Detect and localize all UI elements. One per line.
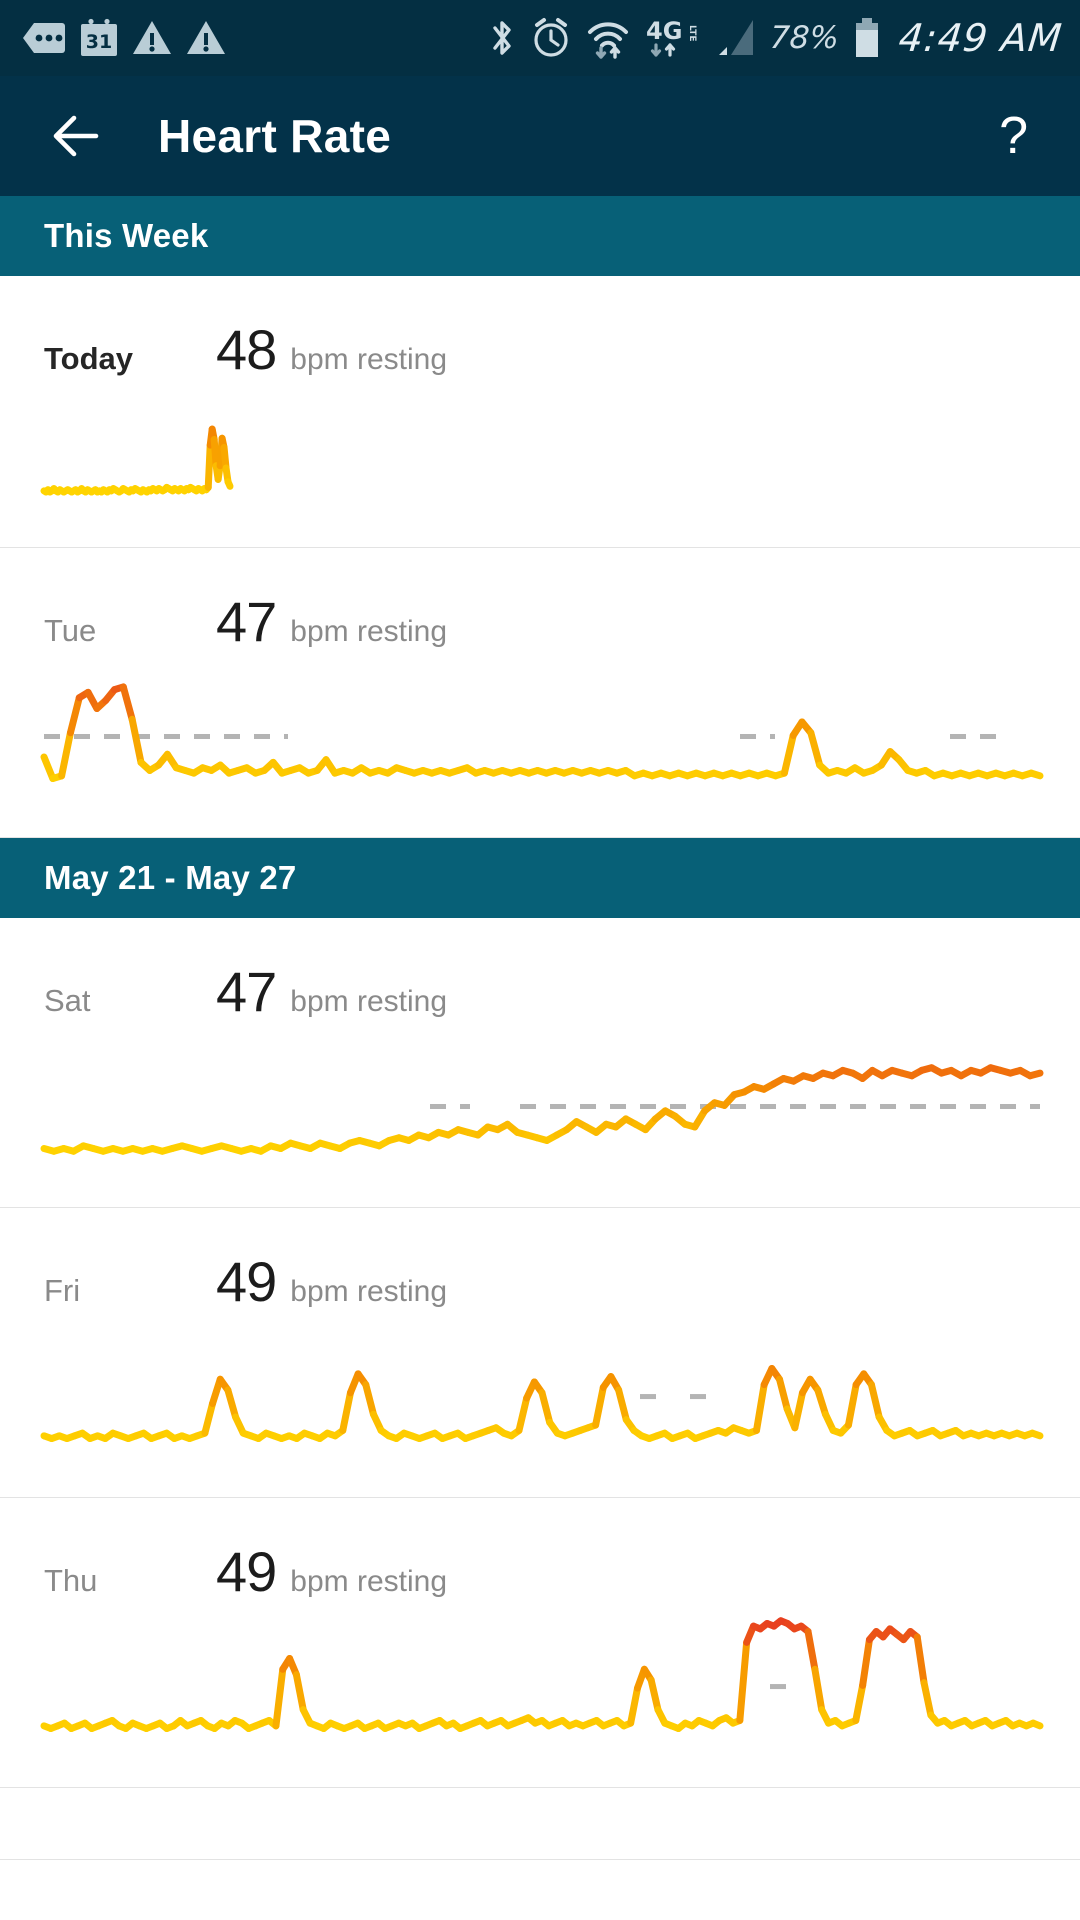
- day-row-tue[interactable]: Tue 47 bpm resting: [0, 548, 1080, 838]
- heart-rate-sparkline: [40, 1617, 1044, 1733]
- day-label: Today: [44, 341, 133, 376]
- day-bpm-value: 47: [216, 590, 277, 653]
- alarm-clock-icon: [534, 18, 568, 57]
- day-row-fri[interactable]: Fri 49 bpm resting: [0, 1208, 1080, 1498]
- bluetooth-icon: [493, 21, 511, 55]
- day-row-thu[interactable]: Thu 49 bpm resting: [0, 1498, 1080, 1788]
- day-header: Fri 49 bpm resting: [0, 1208, 1080, 1310]
- day-bpm-value: 49: [216, 1540, 277, 1603]
- day-bpm-value: 48: [216, 318, 277, 381]
- battery-icon: [855, 18, 878, 57]
- day-header: Sat 47 bpm resting: [0, 918, 1080, 1020]
- heart-rate-screen: 31 4G LTE 78% 4:49 AM Heart Rate ? This …: [0, 0, 1080, 1920]
- page-title: Heart Rate: [158, 110, 392, 162]
- section-header-date-range: May 21 - May 27: [0, 838, 1080, 918]
- calendar-day-number: 31: [86, 31, 112, 53]
- heart-rate-sparkline: [40, 1364, 1044, 1443]
- day-bpm-unit: bpm resting: [290, 615, 448, 648]
- day-label: Tue: [44, 613, 97, 648]
- heart-rate-sparkline: [40, 1064, 1044, 1155]
- day-label: Fri: [44, 1273, 81, 1308]
- arrow-left-icon[interactable]: [44, 105, 106, 167]
- day-row-today[interactable]: Today 48 bpm resting: [0, 276, 1080, 548]
- day-bpm-unit: bpm resting: [290, 343, 448, 376]
- heart-rate-sparkline: [40, 425, 234, 496]
- clock-label: 4:49 AM: [896, 16, 1065, 60]
- day-bpm-unit: bpm resting: [290, 1565, 448, 1598]
- day-label: Sat: [44, 983, 91, 1018]
- section-title: This Week: [44, 217, 209, 254]
- signal-bars-icon: [718, 20, 753, 55]
- message-dots-icon: [23, 23, 65, 53]
- day-bpm-value: 49: [216, 1250, 277, 1313]
- section-header-this-week: This Week: [0, 196, 1080, 276]
- calendar-31-icon: 31: [81, 18, 117, 56]
- day-bpm-value: 47: [216, 960, 277, 1023]
- day-bpm-unit: bpm resting: [290, 1275, 448, 1308]
- warning-triangle-icon: [133, 21, 171, 54]
- day-row-next-partial[interactable]: [0, 1788, 1080, 1860]
- warning-triangle-icon: [187, 21, 225, 54]
- app-bar: Heart Rate ?: [0, 76, 1080, 196]
- heart-rate-sparkline: [40, 683, 1044, 783]
- status-bar-left-icons: 31: [22, 18, 226, 58]
- day-header: Today 48 bpm resting: [0, 276, 1080, 378]
- status-bar: 31 4G LTE 78% 4:49 AM: [0, 0, 1080, 76]
- 4g-lte-icon: 4G LTE: [646, 17, 697, 57]
- network-type-label: 4G: [646, 17, 682, 45]
- battery-percent-label: 78%: [768, 20, 841, 56]
- status-bar-right-icons: 4G LTE 78% 4:49 AM: [487, 15, 1065, 61]
- network-sub-label: LTE: [687, 25, 697, 42]
- day-header: Tue 47 bpm resting: [0, 548, 1080, 650]
- day-row-sat[interactable]: Sat 47 bpm resting: [0, 918, 1080, 1208]
- wifi-icon: [587, 22, 628, 59]
- day-header: Thu 49 bpm resting: [0, 1498, 1080, 1600]
- section-title: May 21 - May 27: [44, 859, 297, 896]
- day-label: Thu: [44, 1563, 98, 1598]
- help-button[interactable]: ?: [999, 110, 1046, 162]
- day-bpm-unit: bpm resting: [290, 985, 448, 1018]
